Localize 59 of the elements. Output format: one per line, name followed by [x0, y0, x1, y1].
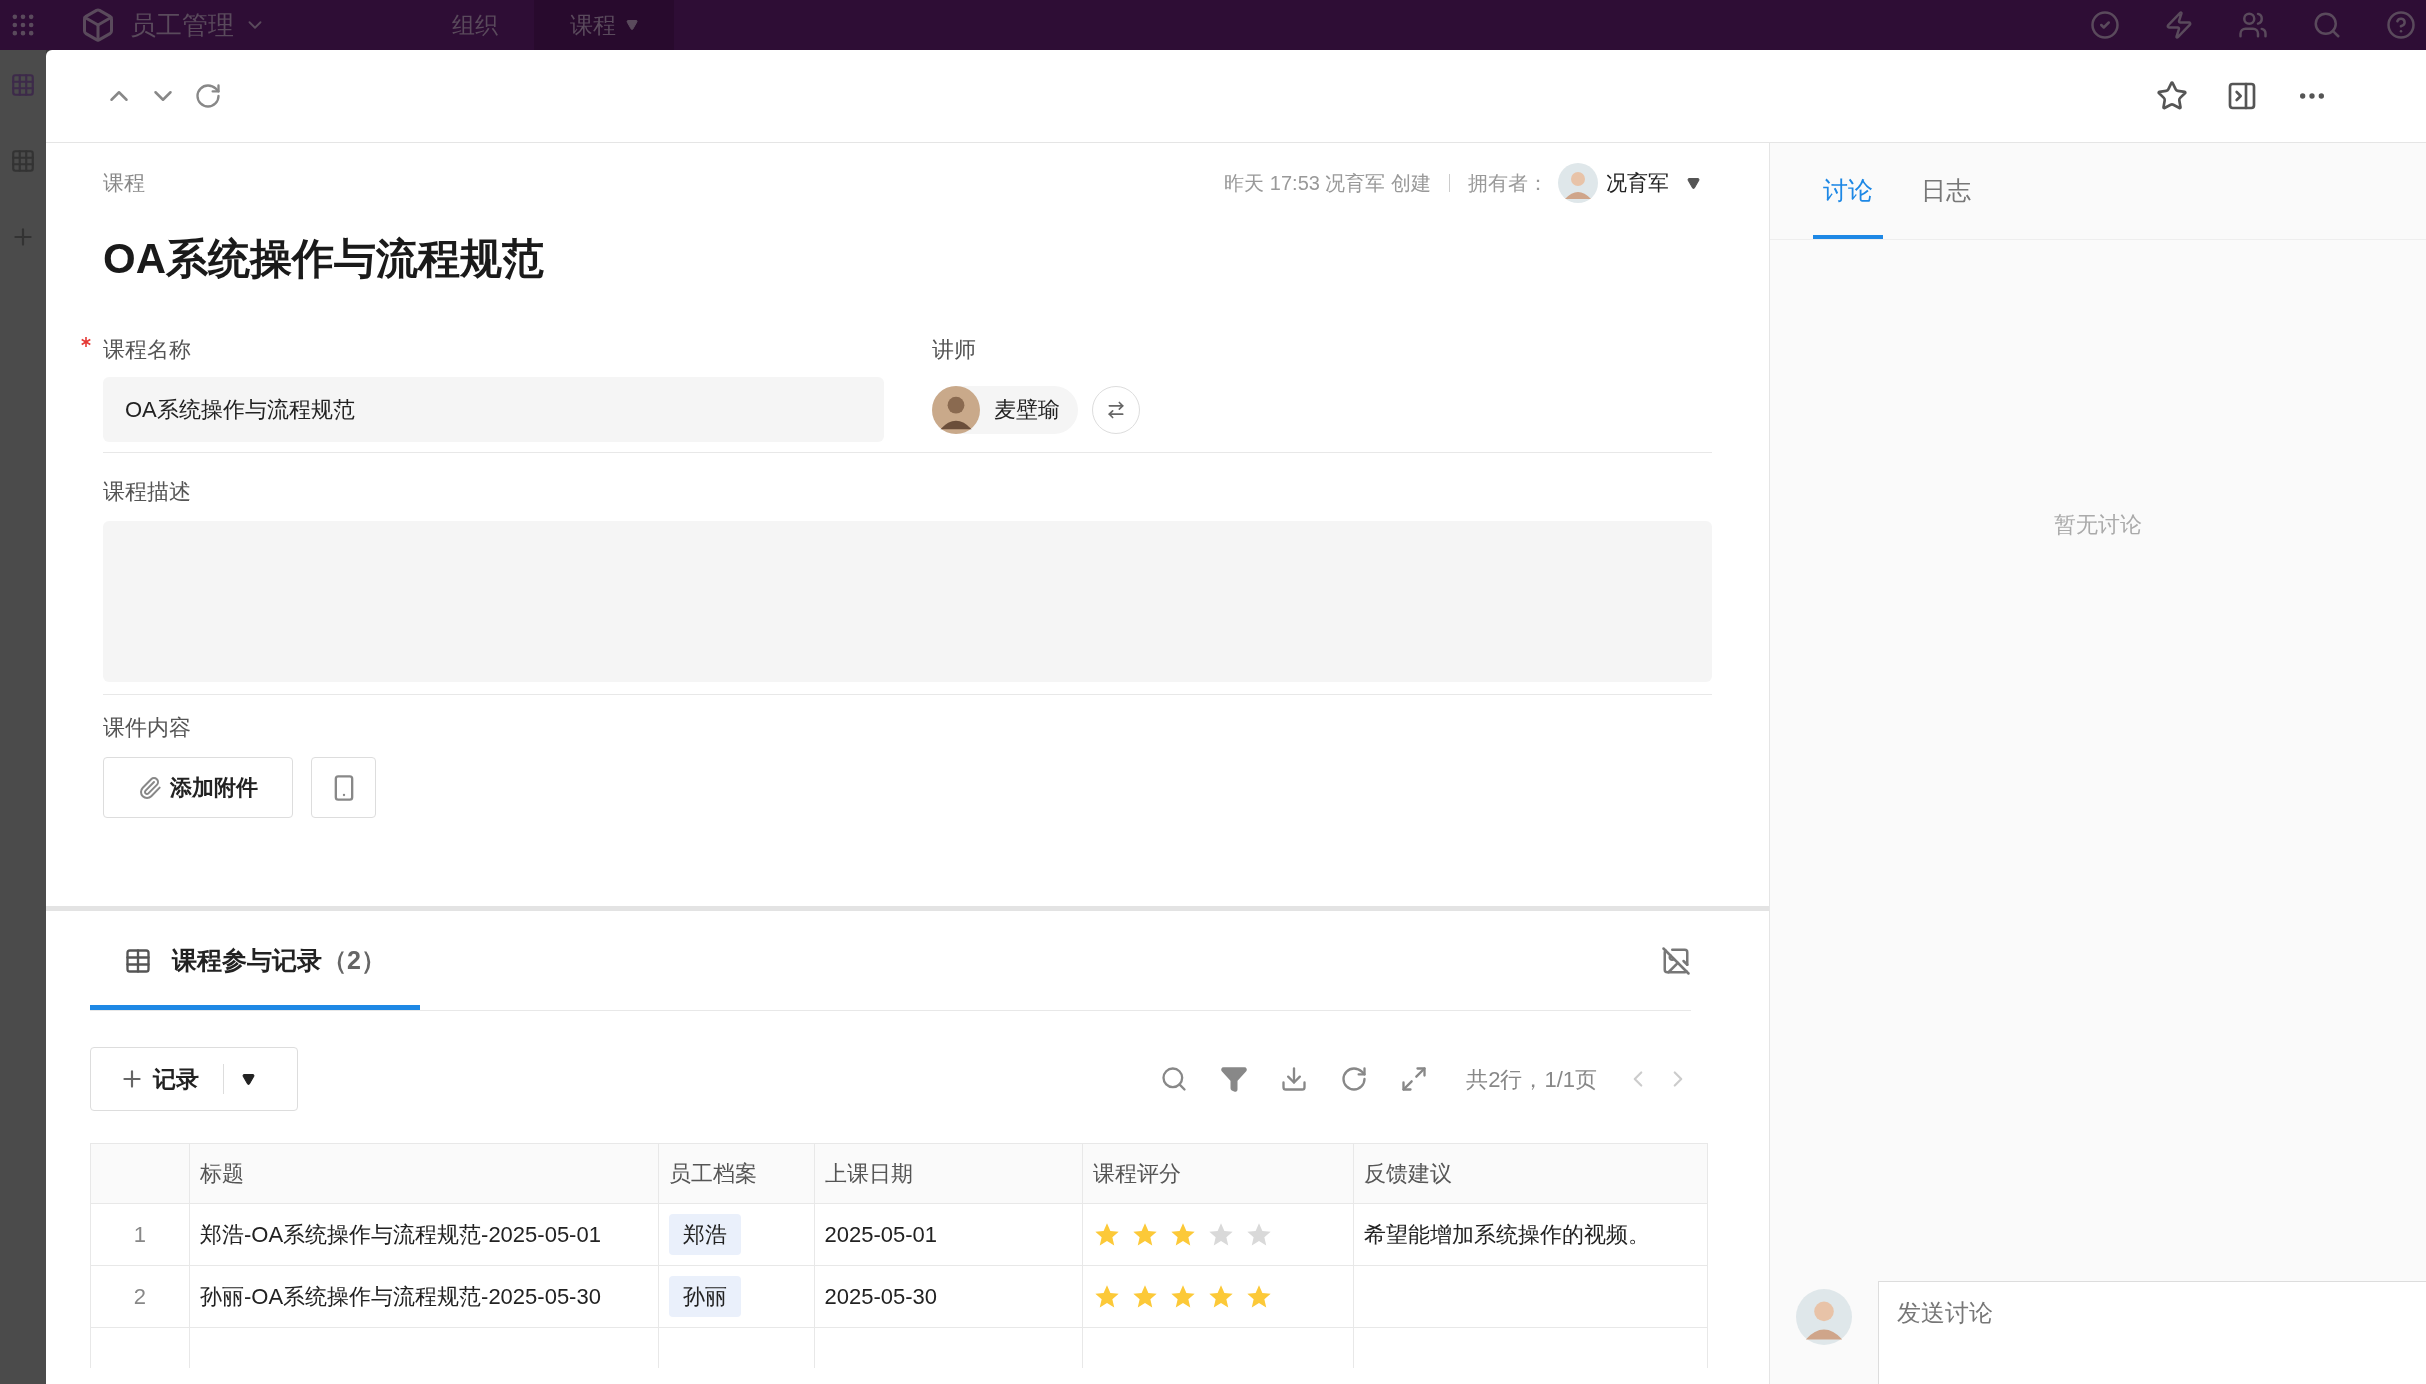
breadcrumb[interactable]: 课程: [103, 167, 145, 199]
paperclip-icon: [138, 775, 162, 800]
task-icon[interactable]: [2090, 10, 2120, 40]
logo-icon: [80, 7, 116, 43]
caret-icon[interactable]: [1687, 176, 1700, 190]
column-header[interactable]: 课程评分: [1083, 1144, 1355, 1203]
hide-icon[interactable]: [1661, 945, 1691, 976]
empty-state-text: 暂无讨论: [2054, 511, 2142, 538]
refresh-icon[interactable]: [1340, 1065, 1369, 1093]
course-name-field[interactable]: OA系统操作与流程规范: [103, 377, 884, 442]
avatar: [932, 385, 980, 434]
avatar: [1796, 1289, 1852, 1345]
search-icon[interactable]: [1160, 1065, 1189, 1093]
field-label: 课程描述: [103, 477, 191, 506]
column-header[interactable]: 上课日期: [814, 1144, 1084, 1203]
table-cell: 郑浩-OA系统操作与流程规范-2025-05-01: [189, 1204, 659, 1265]
created-meta: 昨天 17:53 况育军 创建: [1224, 171, 1431, 196]
employee-tag[interactable]: 郑浩: [668, 1214, 741, 1255]
add-record-button[interactable]: 记录: [90, 1047, 298, 1111]
column-header[interactable]: 标题: [189, 1144, 659, 1203]
filter-icon[interactable]: [1220, 1065, 1249, 1093]
record-title: OA系统操作与流程规范: [103, 234, 545, 284]
search-icon[interactable]: [2312, 10, 2342, 40]
field-label: 讲师: [932, 335, 976, 364]
avatar: [1558, 163, 1598, 203]
grid-icon[interactable]: [10, 72, 36, 98]
add-attachment-button[interactable]: 添加附件: [103, 757, 293, 818]
grid-icon[interactable]: [10, 148, 36, 174]
help-icon[interactable]: [2386, 10, 2416, 40]
related-tab[interactable]: 课程参与记录（2）: [90, 911, 420, 1010]
download-icon[interactable]: [1280, 1065, 1309, 1093]
field-label: 课程名称: [103, 335, 191, 364]
expand-icon[interactable]: [1400, 1065, 1429, 1093]
row-number: 2: [91, 1266, 190, 1327]
star-icon[interactable]: [2156, 80, 2188, 112]
row-number: 1: [91, 1204, 190, 1265]
table-cell: 孙丽-OA系统操作与流程规范-2025-05-30: [189, 1266, 659, 1327]
teacher-chip[interactable]: 麦壁瑜: [932, 385, 1078, 434]
refresh-icon[interactable]: [194, 82, 222, 110]
table-cell-text: 希望能增加系统操作的视频。: [1364, 1221, 1651, 1249]
pagination-info: 共2行，1/1页: [1466, 1065, 1597, 1094]
phone-button[interactable]: [311, 757, 376, 818]
column-header[interactable]: 员工档案: [658, 1144, 815, 1203]
panel-icon[interactable]: [2226, 80, 2258, 112]
side-tab[interactable]: 日志: [1911, 143, 1981, 239]
owner-name[interactable]: 况育军: [1606, 167, 1669, 199]
table-icon: [124, 946, 152, 975]
lightning-icon[interactable]: [2164, 10, 2194, 40]
table-cell: 2025-05-01: [814, 1204, 1084, 1265]
field-label: 课件内容: [103, 713, 191, 742]
employee-tag[interactable]: 孙丽: [668, 1276, 741, 1317]
side-tab[interactable]: 讨论: [1813, 143, 1883, 239]
swap-icon: [1106, 399, 1126, 420]
owner-label: 拥有者：: [1468, 171, 1548, 196]
caret-icon: [242, 1072, 255, 1086]
table-cell: 2025-05-30: [814, 1266, 1084, 1327]
discussion-input[interactable]: 发送讨论: [1878, 1281, 2426, 1384]
users-icon[interactable]: [2238, 10, 2268, 40]
column-header[interactable]: 反馈建议: [1354, 1144, 1708, 1203]
